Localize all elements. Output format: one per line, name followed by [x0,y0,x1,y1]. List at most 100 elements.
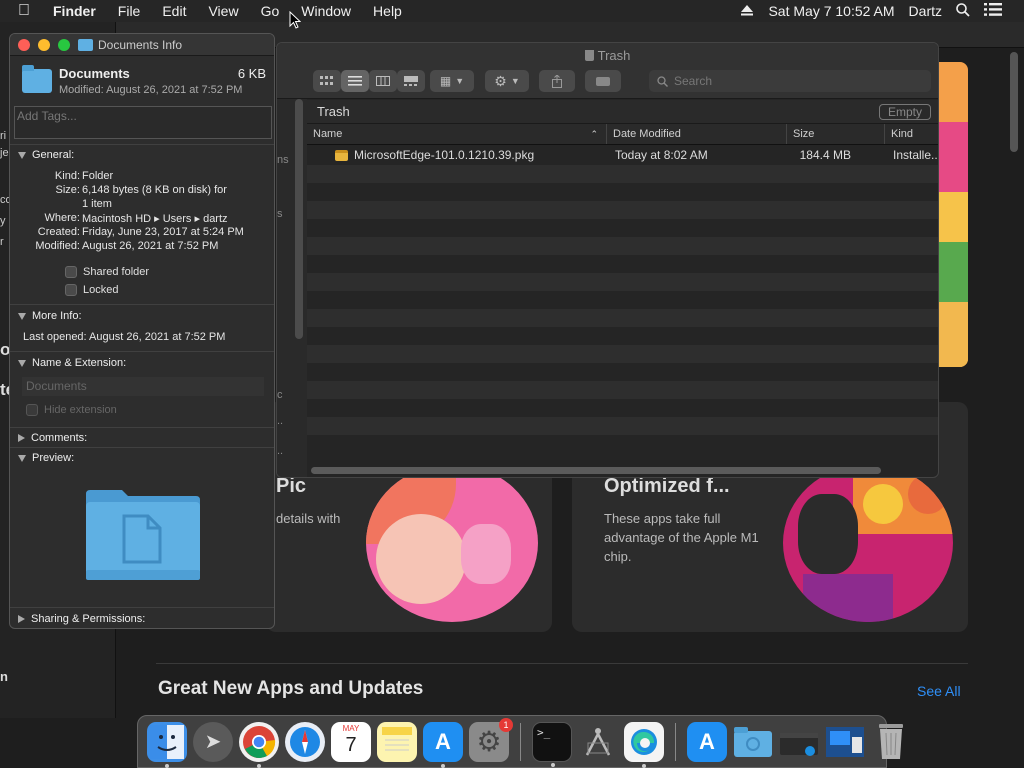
edge-dock-icon[interactable] [624,721,664,768]
recent-file-dock-icon[interactable] [779,722,819,762]
menu-go[interactable]: Go [250,3,291,19]
menu-window[interactable]: Window [290,3,362,19]
tags-field[interactable]: Add Tags... [14,106,272,139]
menu-bar:  Finder File Edit View Go Window Help S… [0,0,1024,22]
terminal-dock-icon[interactable]: >_ [532,721,572,767]
folder-preview-icon [86,490,200,580]
disclosure-closed-icon [18,434,25,443]
dock-separator [520,722,521,761]
size-value-cont: 1 item [82,198,112,210]
menu-file[interactable]: File [107,3,152,19]
sidebar-fragment: .. [277,445,284,457]
columns-icon [376,76,390,86]
minimize-button[interactable] [38,38,50,51]
gear-icon: ⚙ [494,72,507,89]
sidebar-scrollbar[interactable] [295,99,303,339]
search-field[interactable]: Search [649,70,931,92]
group-button[interactable]: ▦ ▼ [430,70,474,92]
size-value: 6,148 bytes (8 KB on disk) for [82,184,227,196]
file-row[interactable]: MicrosoftEdge-101.0.1210.39.pkg Today at… [307,145,939,165]
finder-dock-icon[interactable] [147,721,187,768]
app-store-scrollbar[interactable] [1010,52,1018,152]
list-view-button[interactable] [341,70,369,92]
column-name[interactable]: Name ⌃ [307,124,607,144]
window-title: Documents Info [98,37,183,52]
file-list: MicrosoftEdge-101.0.1210.39.pkg Today at… [307,145,939,463]
control-center-icon[interactable] [977,3,1024,19]
icon-view-button[interactable] [313,70,341,92]
applications-folder-dock-icon[interactable]: A [687,721,727,762]
folder-icon [78,38,93,51]
disclosure-open-icon [18,454,26,462]
general-disclosure[interactable]: General: [18,149,74,161]
menu-view[interactable]: View [197,3,249,19]
apple-menu-icon[interactable]:  [0,2,42,20]
file-kind: Installe... [893,148,939,162]
horizontal-scrollbar[interactable] [311,467,881,474]
kind-label: Kind: [54,170,80,182]
search-placeholder: Search [674,74,713,88]
hide-extension-checkbox[interactable]: Hide extension [26,404,117,416]
sidebar-fragment: .. [277,415,284,427]
menu-app-name[interactable]: Finder [42,3,107,19]
screenshot-tool-dock-icon[interactable] [578,722,618,762]
downloads-folder-dock-icon[interactable] [733,722,773,762]
package-icon [335,149,348,161]
trash-dock-icon[interactable] [871,722,911,762]
created-label: Created: [37,226,80,238]
modified-label: Modified: [35,240,80,252]
chevron-down-icon: ▼ [510,76,520,86]
tag-button[interactable] [585,70,621,92]
system-preferences-dock-icon[interactable]: ⚙ 1 [469,717,513,762]
column-date-modified[interactable]: Date Modified [607,124,787,144]
calendar-dock-icon[interactable]: MAY 7 [331,721,371,762]
menu-user[interactable]: Dartz [902,3,949,19]
close-button[interactable] [18,38,30,51]
eject-icon[interactable] [733,3,761,19]
notes-dock-icon[interactable] [377,721,417,762]
empty-trash-button[interactable]: Empty [878,103,931,120]
dock-separator [675,722,676,761]
menu-edit[interactable]: Edit [151,3,197,19]
featured-artwork[interactable] [938,62,968,367]
name-field-value: Documents [26,379,87,393]
recent-window-dock-icon[interactable] [825,722,865,762]
item-modified: Modified: August 26, 2021 at 7:52 PM [59,84,243,96]
comments-disclosure[interactable]: Comments: [18,432,87,444]
launchpad-dock-icon[interactable]: ➤ [193,721,233,762]
preview-disclosure[interactable]: Preview: [18,452,74,464]
tags-placeholder: Add Tags... [17,109,77,123]
chrome-dock-icon[interactable] [239,721,279,768]
name-field[interactable]: Documents [22,377,264,396]
safari-dock-icon[interactable] [285,721,325,762]
shared-folder-checkbox[interactable]: Shared folder [65,266,149,278]
comments-section: Comments: [10,427,274,447]
info-window: Documents Info Documents 6 KB Modified: … [9,33,275,629]
column-kind[interactable]: Kind [885,124,938,144]
sidebar-fragment: s [277,208,283,220]
file-date: Today at 8:02 AM [615,148,708,162]
more-info-disclosure[interactable]: More Info: [18,310,82,322]
zoom-button[interactable] [58,38,70,51]
folder-icon [22,65,52,93]
gallery-view-button[interactable] [397,70,425,92]
share-button[interactable] [539,70,575,92]
info-titlebar: Documents Info [10,34,274,56]
action-button[interactable]: ⚙ ▼ [485,70,529,92]
menu-clock[interactable]: Sat May 7 10:52 AM [761,3,901,19]
column-view-button[interactable] [369,70,397,92]
menu-help[interactable]: Help [362,3,413,19]
column-size[interactable]: Size [787,124,885,144]
spotlight-search-icon[interactable] [949,2,977,20]
column-header: Name ⌃ Date Modified Size Kind [307,124,938,145]
app-store-dock-icon[interactable]: A [423,721,463,768]
file-name: MicrosoftEdge-101.0.1210.39.pkg [354,148,535,162]
see-all-link[interactable]: See All [917,683,961,699]
name-extension-disclosure[interactable]: Name & Extension: [18,357,126,369]
folder-label: Trash [317,104,350,119]
where-label: Where: [44,212,80,224]
general-section: General: Kind: Folder Size: 6,148 bytes (8… [10,144,274,304]
app-store-a-icon: A [699,728,715,754]
locked-checkbox[interactable]: Locked [65,284,118,296]
sharing-disclosure[interactable]: Sharing & Permissions: [18,613,145,625]
